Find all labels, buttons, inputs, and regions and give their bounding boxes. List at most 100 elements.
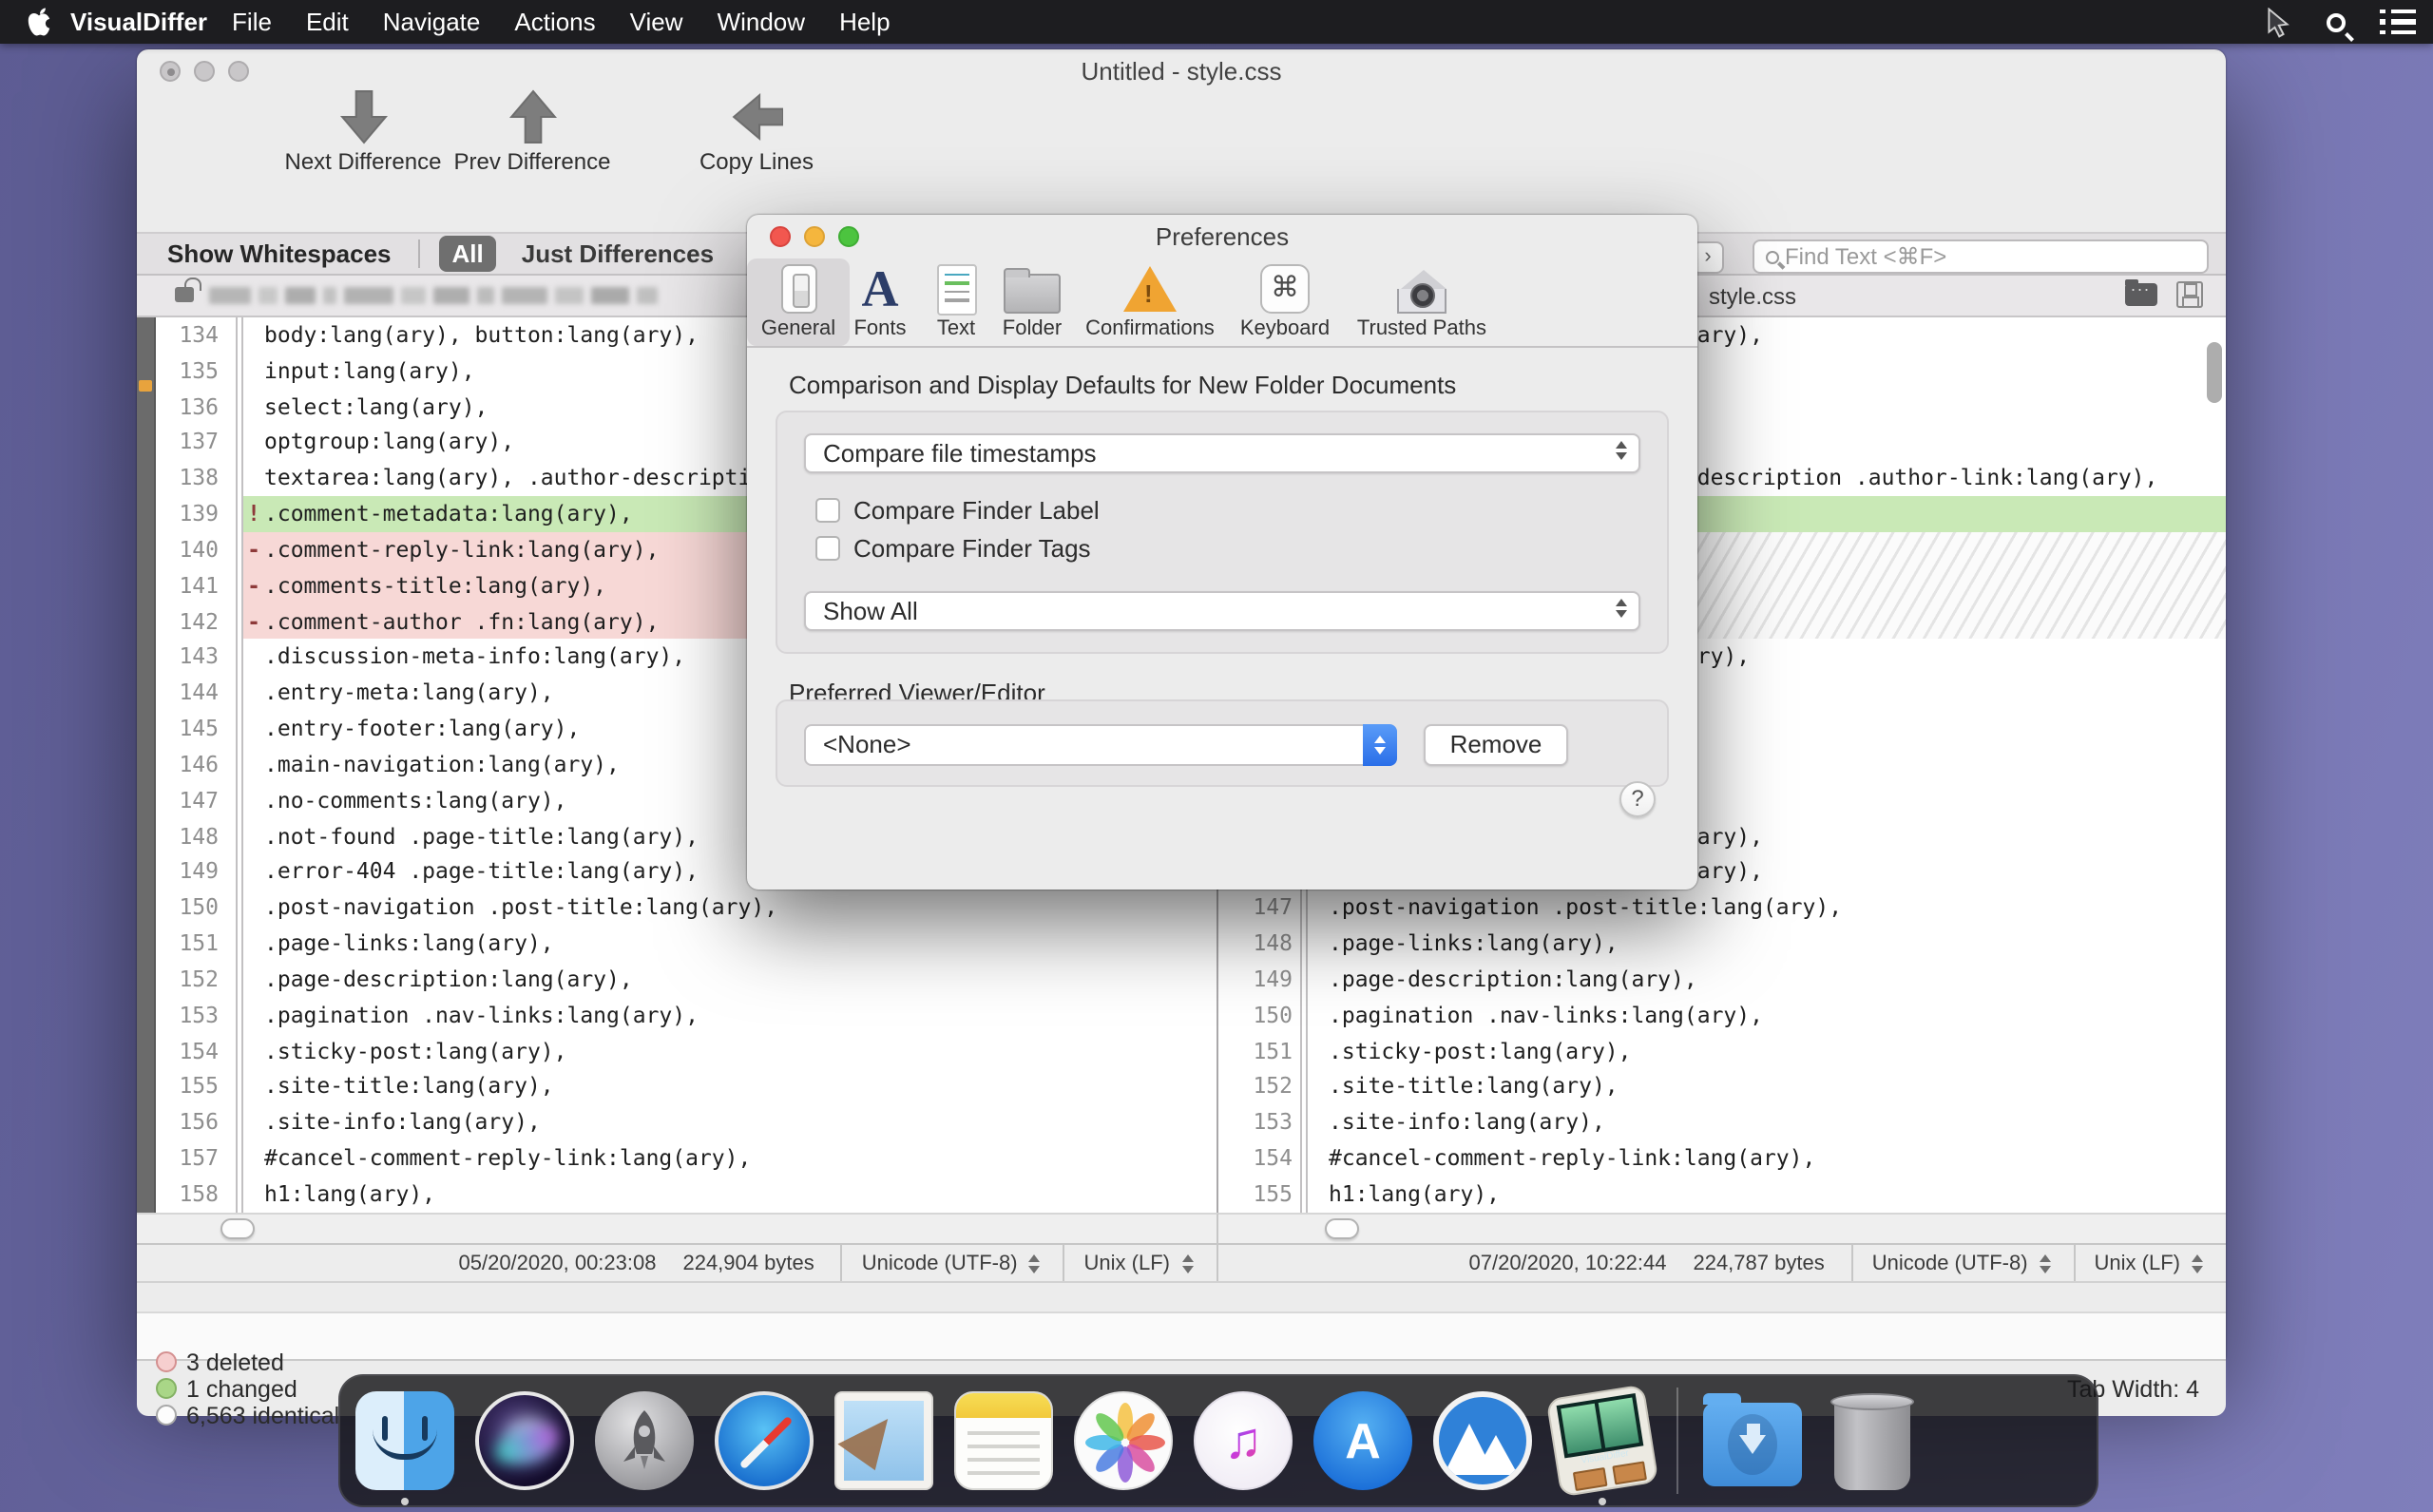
menu-item-window[interactable]: Window: [700, 8, 823, 36]
diff-line[interactable]: 154 #cancel-comment-reply-link:lang(ary),: [1217, 1140, 2226, 1177]
right-hscrollbar[interactable]: [1217, 1213, 2226, 1243]
dock-item-mountain-app[interactable]: [1433, 1391, 1532, 1490]
line-text: .pagination .nav-links:lang(ary),: [1329, 1001, 1763, 1028]
diff-line[interactable]: 151 .sticky-post:lang(ary),: [1217, 1033, 2226, 1069]
gutter-separator: [236, 389, 243, 425]
line-text: h1:lang(ary),: [1329, 1179, 1501, 1207]
pointer-icon[interactable]: [2264, 7, 2292, 37]
stepper-icon[interactable]: [1028, 1254, 1041, 1273]
line-number: 155: [179, 1072, 219, 1100]
line-number: 153: [179, 1001, 219, 1028]
diff-line[interactable]: 154 .sticky-post:lang(ary),: [156, 1033, 1216, 1069]
line-text: .site-info:lang(ary),: [1329, 1108, 1605, 1136]
copy-lines-button[interactable]: Copy Lines: [652, 87, 861, 175]
dock-item-visualdiffer[interactable]: VisualDiffer: [1545, 1384, 1659, 1505]
diff-mark: [243, 997, 264, 1033]
menu-item-help[interactable]: Help: [822, 8, 908, 36]
segment-all[interactable]: All: [438, 236, 497, 272]
arrow-left-icon: [731, 92, 782, 142]
stepper-icon[interactable]: [2039, 1254, 2051, 1273]
diff-mark: [243, 317, 264, 354]
tab-confirmations[interactable]: Confirmations: [1062, 258, 1238, 346]
dock-item-safari[interactable]: [715, 1391, 814, 1490]
stepper-icon[interactable]: [2192, 1254, 2203, 1273]
dock-item-siri[interactable]: [475, 1391, 574, 1490]
tab-keyboard[interactable]: ⌘ Keyboard: [1227, 258, 1343, 346]
right-encoding-select[interactable]: Unicode (UTF-8): [1872, 1252, 2028, 1274]
diff-line[interactable]: 147 .post-navigation .post-title:lang(ary…: [1217, 890, 2226, 927]
legend-dot-icon: [156, 1405, 177, 1426]
tab-general[interactable]: General: [746, 258, 851, 346]
menu-app-name[interactable]: VisualDiffer: [70, 8, 207, 36]
line-number: 147: [1253, 893, 1293, 921]
stepper-icon[interactable]: [1181, 1254, 1193, 1273]
dock: ♫ A VisualDiffer: [338, 1374, 2098, 1507]
diff-line[interactable]: 152 .page-description:lang(ary),: [156, 961, 1216, 998]
diff-line[interactable]: 153 .site-info:lang(ary),: [1217, 1104, 2226, 1141]
dock-item-photos[interactable]: [1074, 1391, 1173, 1490]
diff-line[interactable]: 148 .page-links:lang(ary),: [1217, 926, 2226, 962]
tab-trusted-paths[interactable]: Trusted Paths: [1333, 258, 1510, 346]
diff-line[interactable]: 151 .page-links:lang(ary),: [156, 926, 1216, 962]
tab-text[interactable]: Text: [918, 258, 994, 346]
show-filter-popup[interactable]: Show All: [804, 591, 1640, 631]
diff-mark: [1308, 1140, 1329, 1177]
dock-item-notes[interactable]: [954, 1391, 1053, 1490]
checkbox-icon[interactable]: [815, 536, 840, 561]
left-line-ending-select[interactable]: Unix (LF): [1084, 1252, 1170, 1274]
menu-item-file[interactable]: File: [215, 8, 289, 36]
apple-menu[interactable]: [27, 7, 51, 37]
diff-line[interactable]: 150 .post-navigation .post-title:lang(ary…: [156, 890, 1216, 927]
left-encoding-select[interactable]: Unicode (UTF-8): [862, 1252, 1018, 1274]
diff-line[interactable]: 149 .page-description:lang(ary),: [1217, 961, 2226, 998]
segment-just-differences[interactable]: Just Differences: [508, 236, 727, 272]
vertical-scrollbar-thumb[interactable]: [2207, 342, 2222, 403]
compare-finder-label-checkbox[interactable]: Compare Finder Label: [815, 496, 1100, 525]
dock-item-finder[interactable]: [355, 1391, 454, 1505]
left-hscroll-thumb[interactable]: [220, 1218, 255, 1239]
diff-line[interactable]: 153 .pagination .nav-links:lang(ary),: [156, 997, 1216, 1034]
show-whitespaces-button[interactable]: Show Whitespaces: [167, 239, 392, 268]
dock-item-launchpad[interactable]: [595, 1391, 694, 1490]
unlock-icon[interactable]: [175, 278, 201, 302]
help-button[interactable]: ?: [1619, 781, 1656, 817]
diff-line[interactable]: 155 h1:lang(ary),: [1217, 1176, 2226, 1213]
viewer-popup[interactable]: <None>: [804, 724, 1397, 766]
left-hscrollbar[interactable]: [137, 1213, 1217, 1243]
diff-line[interactable]: 158 h1:lang(ary),: [156, 1176, 1216, 1213]
dock-item-mail[interactable]: [834, 1391, 933, 1490]
diff-line[interactable]: 150 .pagination .nav-links:lang(ary),: [1217, 997, 2226, 1034]
compare-finder-tags-checkbox[interactable]: Compare Finder Tags: [815, 534, 1091, 563]
menu-item-view[interactable]: View: [613, 8, 700, 36]
folder-icon[interactable]: [2125, 276, 2157, 306]
diff-line[interactable]: 152 .site-title:lang(ary),: [1217, 1068, 2226, 1105]
gutter-separator: [1300, 1068, 1308, 1105]
spotlight-search-icon[interactable]: [2327, 12, 2346, 31]
right-hscroll-thumb[interactable]: [1324, 1218, 1358, 1239]
remove-button[interactable]: Remove: [1424, 724, 1568, 766]
diff-line[interactable]: 157 #cancel-comment-reply-link:lang(ary),: [156, 1140, 1216, 1177]
tab-fonts[interactable]: A Fonts: [840, 258, 920, 346]
dock-item-trash[interactable]: [1823, 1391, 1922, 1490]
diff-mark: [1308, 926, 1329, 962]
dock-item-app-store[interactable]: A: [1313, 1391, 1412, 1490]
dock-item-itunes[interactable]: ♫: [1194, 1391, 1293, 1490]
menu-item-edit[interactable]: Edit: [289, 8, 366, 36]
dock-item-downloads[interactable]: [1703, 1391, 1802, 1490]
diff-line[interactable]: 156 .site-info:lang(ary),: [156, 1104, 1216, 1141]
save-icon[interactable]: [2176, 281, 2203, 308]
menu-item-navigate[interactable]: Navigate: [366, 8, 498, 36]
dialog-title-bar[interactable]: Preferences: [747, 215, 1697, 257]
diff-overview-strip[interactable]: [137, 317, 156, 1213]
diff-line[interactable]: 155 .site-title:lang(ary),: [156, 1068, 1216, 1105]
line-number: 155: [1253, 1179, 1293, 1207]
title-bar[interactable]: Untitled - style.css: [137, 49, 2226, 87]
menu-item-actions[interactable]: Actions: [497, 8, 612, 36]
find-input[interactable]: Find Text <⌘F>: [1753, 239, 2209, 274]
list-icon[interactable]: [2380, 9, 2416, 35]
checkbox-icon[interactable]: [815, 498, 840, 523]
prev-difference-button[interactable]: Prev Difference: [428, 87, 637, 175]
gutter-separator: [236, 1140, 243, 1177]
compare-mode-popup[interactable]: Compare file timestamps: [804, 433, 1640, 473]
right-line-ending-select[interactable]: Unix (LF): [2095, 1252, 2180, 1274]
